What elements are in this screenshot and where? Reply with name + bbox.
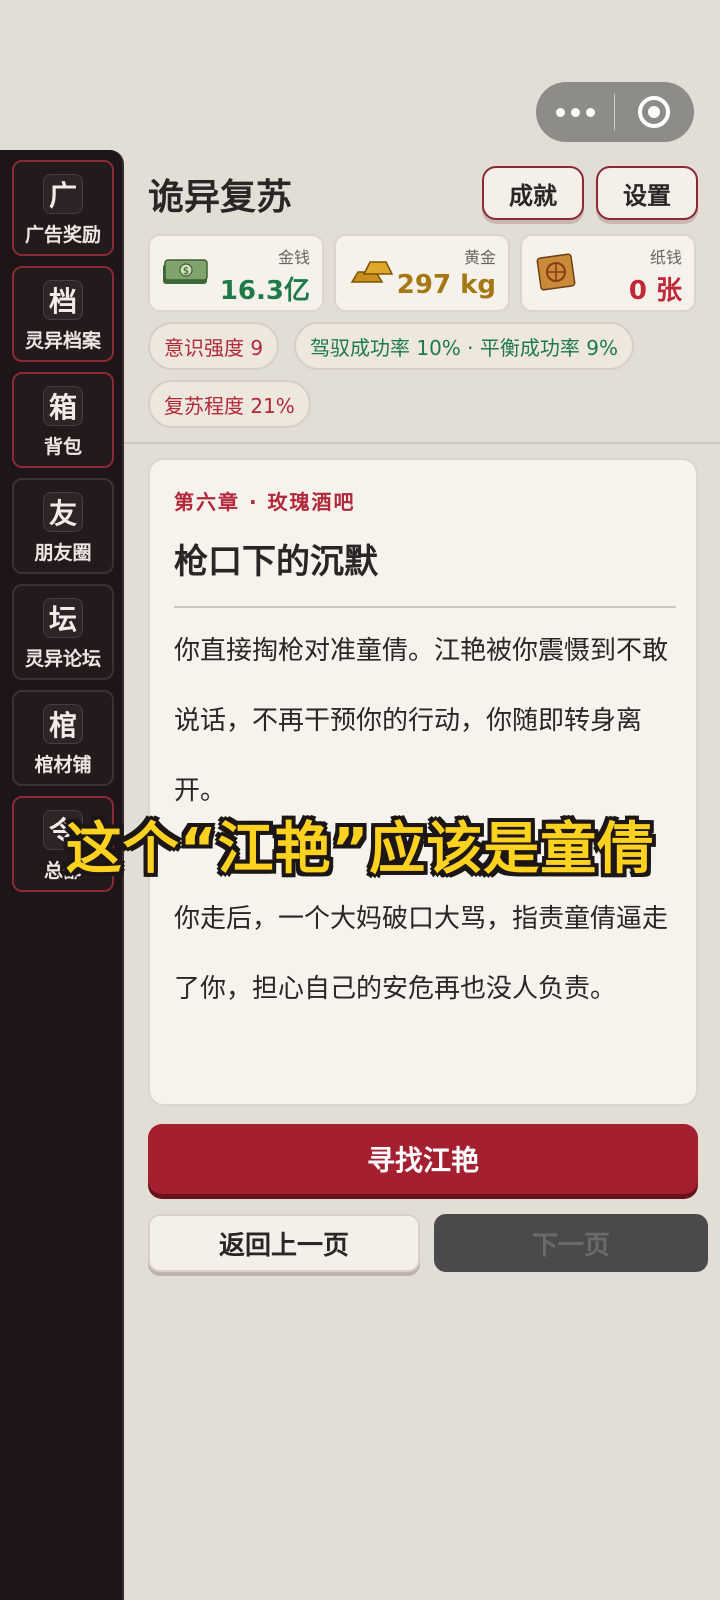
forum-icon: 坛 xyxy=(43,598,83,638)
sidebar-item-coffin-shop[interactable]: 棺 棺材铺 xyxy=(12,690,114,786)
consciousness-chip: 意识强度 9 xyxy=(148,322,280,370)
story-card: 第六章 · 玫瑰酒吧 枪口下的沉默 你直接掏枪对准童倩。江艳被你震慑到不敢说话，… xyxy=(148,458,698,1106)
sidebar-item-backpack[interactable]: 箱 背包 xyxy=(12,372,114,468)
overlay-caption: 这个“江艳”应该是童倩 xyxy=(65,817,655,882)
svg-text:$: $ xyxy=(183,266,189,277)
story-title: 枪口下的沉默 xyxy=(174,542,378,582)
sidebar-item-label: 灵异论坛 xyxy=(24,648,101,670)
more-options-icon[interactable] xyxy=(536,107,614,117)
friend-icon: 友 xyxy=(43,492,83,532)
paper-money-label: 纸钱 xyxy=(649,248,682,267)
paper-money-value: 0 张 xyxy=(628,276,682,306)
archive-icon: 档 xyxy=(43,280,83,320)
sidebar-item-label: 棺材铺 xyxy=(34,754,92,776)
paper-money-icon xyxy=(536,253,576,291)
settings-button[interactable]: 设置 xyxy=(596,166,698,220)
gold-bar-icon xyxy=(350,261,394,283)
ad-icon: 广 xyxy=(43,174,83,214)
money-card: $ 金钱 16.3亿 xyxy=(148,234,324,312)
success-rate-chip: 驾驭成功率 10% · 平衡成功率 9% xyxy=(294,322,634,370)
app-title: 诡异复苏 xyxy=(148,177,293,218)
story-paragraph: 你直接掏枪对准童倩。江艳被你震慑到不敢说话，不再干预你的行动，你随即转身离开。 xyxy=(174,636,669,806)
achievements-button[interactable]: 成就 xyxy=(482,166,584,220)
sidebar-item-label: 背包 xyxy=(43,436,82,458)
back-button[interactable]: 返回上一页 xyxy=(148,1214,420,1272)
money-value: 16.3亿 xyxy=(219,276,310,306)
revival-chip: 复苏程度 21% xyxy=(148,380,311,428)
close-miniprogram-button[interactable] xyxy=(615,96,693,128)
title-divider xyxy=(174,606,676,608)
chapter-label: 第六章 · 玫瑰酒吧 xyxy=(174,490,356,514)
paper-money-card: 纸钱 0 张 xyxy=(520,234,696,312)
sidebar-item-label: 灵异档案 xyxy=(24,330,101,352)
coffin-icon: 棺 xyxy=(43,704,83,744)
sidebar-item-ad-rewards[interactable]: 广 广告奖励 xyxy=(12,160,114,256)
money-label: 金钱 xyxy=(277,248,310,267)
sidebar-item-archives[interactable]: 档 灵异档案 xyxy=(12,266,114,362)
money-stack-icon: $ xyxy=(163,259,208,284)
gold-label: 黄金 xyxy=(463,248,496,267)
gold-value: 297 kg xyxy=(396,270,496,300)
header-divider xyxy=(124,442,720,444)
next-page-button[interactable]: 下一页 xyxy=(434,1214,708,1272)
find-jiangyan-button[interactable]: 寻找江艳 xyxy=(148,1124,698,1194)
box-icon: 箱 xyxy=(43,386,83,426)
sidebar-item-label: 朋友圈 xyxy=(34,542,92,564)
story-paragraph: 你走后，一个大妈破口大骂，指责童倩逼走了你，担心自己的安危再也没人负责。 xyxy=(174,904,669,1004)
sidebar-item-label: 广告奖励 xyxy=(24,224,101,246)
miniprogram-capsule xyxy=(536,82,694,142)
gold-card: 黄金 297 kg xyxy=(334,234,510,312)
sidebar-item-moments[interactable]: 友 朋友圈 xyxy=(12,478,114,574)
sidebar-item-forum[interactable]: 坛 灵异论坛 xyxy=(12,584,114,680)
target-close-icon xyxy=(638,96,670,128)
